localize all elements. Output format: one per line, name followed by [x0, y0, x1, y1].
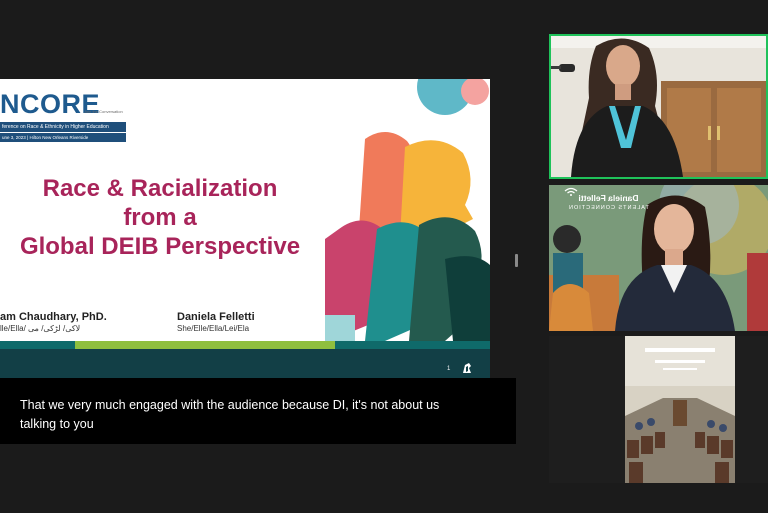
slide-title: Race & Racialization from a Global DEIB …: [0, 174, 320, 261]
presenter-2-name: Daniela Felletti: [177, 311, 255, 323]
participant-video-room[interactable]: [549, 336, 768, 483]
participant-video-speaker[interactable]: [549, 34, 768, 179]
background-title: Daniela Felletti: [578, 193, 639, 203]
slide-page-number: 1: [447, 366, 451, 372]
virtual-background-logo: Daniela Felletti TALENTS CONNECTION: [568, 193, 649, 213]
logo-tagline: Join the Conversation: [84, 109, 123, 114]
slide-title-line-2: from a: [123, 204, 197, 231]
presenter-1-pronouns: lle/Ella/ لاکی/ لڑکی/ می: [0, 324, 81, 333]
room-video-frame: [625, 336, 735, 483]
silhouettes-illustration: [325, 79, 490, 341]
speaker-video-frame: [551, 36, 766, 177]
participant-video-daniela[interactable]: Daniela Felletti TALENTS CONNECTION: [549, 185, 768, 331]
caption-text: That we very much engaged with the audie…: [20, 398, 440, 431]
presenter-2-pronouns: She/Elle/Ella/Lei/Ela: [177, 324, 250, 333]
university-logo-icon: [463, 363, 471, 373]
slide-title-line-3: Global DEIB Perspective: [19, 233, 301, 260]
slide-title-line-1: Race & Racialization: [42, 175, 278, 202]
presenter-1-name: am Chaudhary, PhD.: [0, 311, 107, 323]
background-subtitle: TALENTS CONNECTION: [568, 205, 649, 211]
slide-band-green: [75, 341, 335, 349]
live-caption-panel: That we very much engaged with the audie…: [0, 378, 516, 444]
wifi-icon: [564, 187, 578, 196]
conference-banner: ference on Race & Ethnicity in Higher Ed…: [0, 122, 126, 132]
shared-screen-slide: NCORE Join the Conversation ference on R…: [0, 79, 490, 378]
conference-date-banner: une 3, 2023 | Hilton New Orleans Riversi…: [0, 133, 126, 142]
view-splitter-handle[interactable]: [515, 254, 518, 267]
slide-footer-band: [0, 349, 490, 378]
ncore-logo: NCORE: [0, 89, 101, 119]
